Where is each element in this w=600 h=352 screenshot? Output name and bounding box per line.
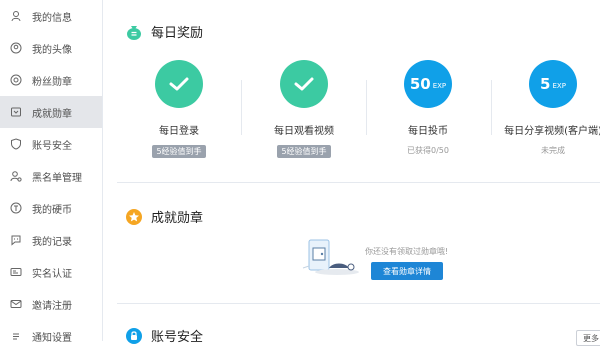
sidebar-item-label: 黑名单管理 — [32, 172, 82, 184]
money-bag-icon — [127, 25, 141, 40]
user-icon — [10, 10, 22, 22]
task-daily-share: 5 EXP 每日分享视频(客户端) 未完成 — [497, 60, 600, 156]
section-divider — [117, 182, 600, 183]
empty-state-illustration — [302, 239, 359, 275]
lock-icon — [126, 327, 142, 344]
exp-unit: EXP — [552, 82, 566, 90]
section-divider — [117, 303, 600, 304]
sidebar-item-label: 成就勋章 — [32, 108, 72, 120]
daily-rewards-title: 每日奖励 — [151, 26, 204, 41]
divider — [491, 80, 492, 135]
sidebar-item-label: 我的记录 — [32, 236, 72, 248]
exp-circle: 50 EXP — [404, 60, 452, 108]
task-daily-coin: 50 EXP 每日投币 已获得0/50 — [372, 60, 484, 156]
task-name: 每日登录 — [159, 126, 199, 137]
sidebar-item-label: 邀请注册 — [32, 300, 72, 312]
sidebar-item-label: 我的硬币 — [32, 204, 72, 216]
sidebar-item-invite[interactable]: 邀请注册 — [0, 288, 102, 320]
divider — [241, 80, 242, 135]
task-name: 每日分享视频(客户端) — [504, 126, 600, 137]
task-badge: 5经验值到手 — [152, 145, 206, 158]
sidebar-item-my-avatar[interactable]: 我的头像 — [0, 32, 102, 64]
sidebar-item-fan-medal[interactable]: 粉丝勋章 — [0, 64, 102, 96]
check-circle-icon — [280, 60, 328, 108]
more-button[interactable]: 更多 — [576, 330, 600, 346]
record-icon — [10, 234, 22, 246]
sidebar-item-label: 粉丝勋章 — [32, 76, 72, 88]
sidebar-item-label: 我的信息 — [32, 12, 72, 24]
daily-rewards-header: 每日奖励 — [125, 22, 203, 41]
notification-icon — [10, 330, 22, 342]
id-card-icon — [10, 266, 22, 278]
sidebar-item-label: 通知设置 — [32, 332, 72, 344]
sidebar-item-label: 实名认证 — [32, 268, 72, 280]
sidebar-item-label: 账号安全 — [32, 140, 72, 152]
task-badge: 5经验值到手 — [277, 145, 331, 158]
sidebar-item-coins[interactable]: 我的硬币 — [0, 192, 102, 224]
exp-value: 5 — [540, 75, 551, 93]
sidebar-item-achievement[interactable]: 成就勋章 — [0, 96, 102, 128]
sidebar-item-label: 我的头像 — [32, 44, 72, 56]
check-circle-icon — [155, 60, 203, 108]
blacklist-icon — [10, 170, 22, 182]
achievement-header: 成就勋章 — [125, 207, 203, 226]
coin-icon — [10, 202, 22, 214]
star-badge-icon — [126, 208, 142, 225]
sidebar-item-real-name[interactable]: 实名认证 — [0, 256, 102, 288]
sidebar-item-my-info[interactable]: 我的信息 — [0, 0, 102, 32]
view-achievement-details-button[interactable]: 查看勋章详情 — [371, 262, 443, 280]
task-daily-login: 每日登录 5经验值到手 — [123, 60, 235, 158]
exp-value: 50 — [409, 75, 431, 93]
sidebar-item-records[interactable]: 我的记录 — [0, 224, 102, 256]
achievement-title: 成就勋章 — [151, 211, 204, 226]
exp-unit: EXP — [432, 82, 447, 90]
sidebar-item-security[interactable]: 账号安全 — [0, 128, 102, 160]
sidebar-item-blacklist[interactable]: 黑名单管理 — [0, 160, 102, 192]
sidebar-item-notifications[interactable]: 通知设置 — [0, 320, 102, 352]
task-status: 未完成 — [541, 146, 565, 155]
security-title: 账号安全 — [151, 330, 204, 345]
empty-message: 你还没有领取过勋章哦! — [365, 247, 449, 256]
shield-icon — [10, 138, 22, 150]
invite-icon — [10, 298, 22, 310]
task-name: 每日投币 — [408, 126, 448, 137]
achievement-icon — [10, 106, 22, 118]
task-status: 已获得0/50 — [407, 146, 449, 155]
fan-medal-icon — [10, 74, 22, 86]
main-content: 每日奖励 每日登录 5经验值到手 每日观看视频 5经验值到手 50 EXP 每日… — [103, 0, 600, 346]
task-daily-watch: 每日观看视频 5经验值到手 — [248, 60, 360, 158]
divider — [366, 80, 367, 135]
task-name: 每日观看视频 — [274, 126, 334, 137]
exp-circle: 5 EXP — [529, 60, 577, 108]
sidebar: 我的信息 我的头像 粉丝勋章 成就勋章 账号安全 黑名单管理 我的硬币 我的记录… — [0, 0, 103, 344]
security-header: 账号安全 — [125, 326, 203, 345]
avatar-icon — [10, 42, 22, 54]
